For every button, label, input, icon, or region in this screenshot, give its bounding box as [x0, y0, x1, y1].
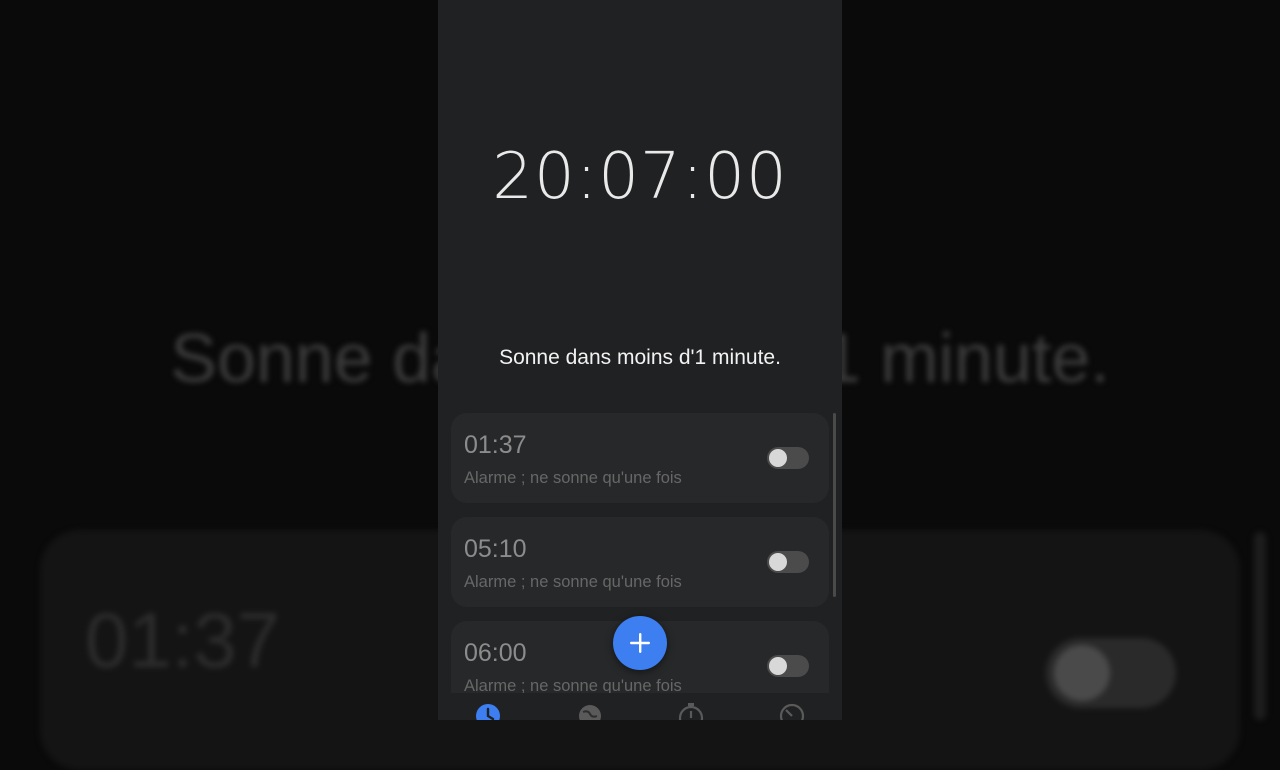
alarm-toggle[interactable] — [767, 447, 809, 469]
plus-icon — [630, 633, 650, 653]
toggle-knob — [769, 449, 787, 467]
nav-stopwatch-tab[interactable] — [677, 702, 705, 720]
alarm-time: 06:00 — [464, 639, 527, 667]
background-toggle — [1046, 638, 1176, 708]
add-alarm-button[interactable] — [613, 616, 667, 670]
next-alarm-status: Sonne dans moins d'1 minute. — [499, 346, 781, 369]
nav-world-clock-tab[interactable] — [576, 702, 604, 720]
alarm-description: Alarme ; ne sonne qu'une fois — [464, 677, 682, 693]
toggle-knob — [769, 553, 787, 571]
alarm-item[interactable]: 01:37 Alarme ; ne sonne qu'une fois — [451, 413, 829, 503]
current-time: 20:07:00 — [492, 140, 788, 214]
alarm-time: 01:37 — [464, 431, 527, 459]
background-toggle-knob — [1054, 645, 1110, 701]
background-alarm-time: 01:37 — [85, 596, 281, 684]
timer-icon — [779, 703, 805, 720]
alarm-toggle[interactable] — [767, 655, 809, 677]
alarm-time: 05:10 — [464, 535, 527, 563]
background-scrollbar — [1254, 532, 1266, 720]
bottom-navigation — [438, 694, 842, 720]
alarm-description: Alarme ; ne sonne qu'une fois — [464, 573, 682, 591]
stopwatch-icon — [678, 703, 704, 720]
nav-alarm-tab[interactable] — [474, 702, 502, 720]
nav-timer-tab[interactable] — [778, 702, 806, 720]
scrollbar[interactable] — [833, 413, 836, 597]
toggle-knob — [769, 657, 787, 675]
globe-icon — [579, 705, 601, 720]
alarm-description: Alarme ; ne sonne qu'une fois — [464, 469, 682, 487]
phone-screen: 20:07:00 Sonne dans moins d'1 minute. 01… — [438, 0, 842, 720]
alarm-clock-icon — [476, 704, 500, 720]
alarm-item[interactable]: 05:10 Alarme ; ne sonne qu'une fois — [451, 517, 829, 607]
alarm-toggle[interactable] — [767, 551, 809, 573]
